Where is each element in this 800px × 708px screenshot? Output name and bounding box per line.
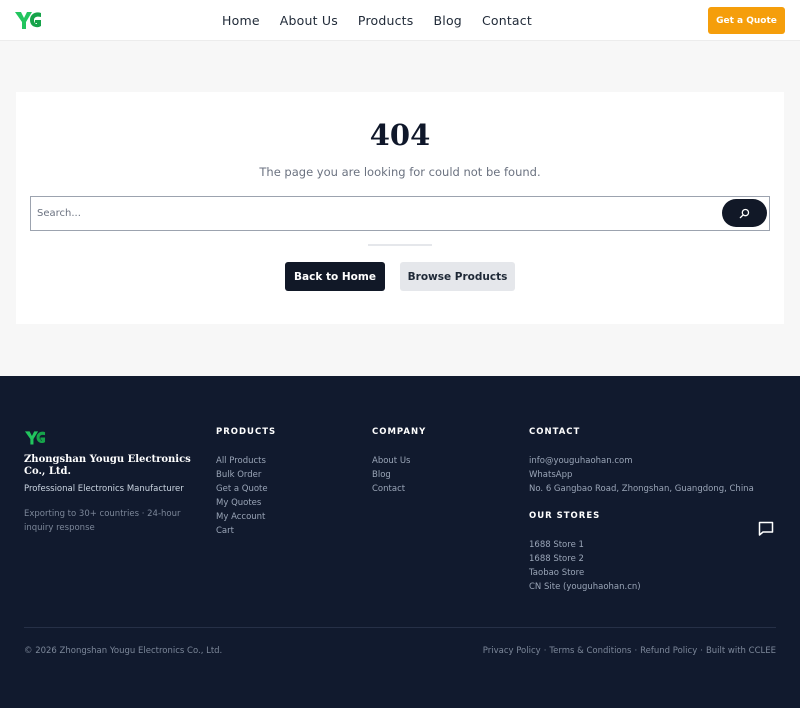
footer-link-about-us[interactable]: About Us [372,454,426,468]
footer-company-name: Zhongshan Yougu Electronics Co., Ltd. [24,454,191,477]
search-icon [739,208,750,218]
footer-divider [24,627,776,628]
site-header: Home About Us Products Blog Contact Get … [0,0,800,41]
back-to-home-button[interactable]: Back to Home [285,262,385,291]
nav-contact[interactable]: Contact [482,13,532,28]
terms-conditions-link[interactable]: Terms & Conditions [549,646,631,656]
browse-products-button[interactable]: Browse Products [400,262,515,291]
footer-link-1688-store-2[interactable]: 1688 Store 2 [529,552,641,566]
refund-policy-link[interactable]: Refund Policy [640,646,697,656]
get-quote-button[interactable]: Get a Quote [708,7,785,34]
footer-link-my-account[interactable]: My Account [216,510,276,524]
footer-contact-heading: CONTACT [529,427,581,437]
footer-link-all-products[interactable]: All Products [216,454,276,468]
footer-link-bulk-order[interactable]: Bulk Order [216,468,276,482]
footer-address: No. 6 Gangbao Road, Zhongshan, Guangdong… [529,484,754,494]
footer-products-heading: PRODUCTS [216,427,277,437]
footer-company-heading: COMPANY [372,427,427,437]
footer-tagline: Professional Electronics Manufacturer [24,484,184,494]
footer-contact-column: CONTACT info@youguhaohan.com WhatsApp No… [529,427,754,496]
built-with-link[interactable]: Built with CCLEE [706,646,776,656]
footer-link-1688-store-1[interactable]: 1688 Store 1 [529,538,641,552]
divider [368,244,432,246]
footer-link-my-quotes[interactable]: My Quotes [216,496,276,510]
error-code: 404 [369,118,431,152]
not-found-card: 404 The page you are looking for could n… [16,92,784,324]
footer-stores-column: OUR STORES 1688 Store 1 1688 Store 2 Tao… [529,511,641,594]
footer-link-email[interactable]: info@youguhaohan.com [529,454,754,468]
footer-company-column: COMPANY About Us Blog Contact [372,427,426,496]
footer-logo-icon[interactable] [24,429,46,446]
footer-legal-links: Privacy Policy · Terms & Conditions · Re… [483,646,776,656]
footer-subtext: Exporting to 30+ countries · 24-hour inq… [24,509,181,533]
legal-separator: · [634,646,638,656]
chat-bubble-icon[interactable] [757,520,775,538]
nav-products[interactable]: Products [358,13,414,28]
privacy-policy-link[interactable]: Privacy Policy [483,646,541,656]
site-footer: Zhongshan Yougu Electronics Co., Ltd. Pr… [0,376,800,708]
footer-link-cart[interactable]: Cart [216,524,276,538]
footer-products-column: PRODUCTS All Products Bulk Order Get a Q… [216,427,276,538]
footer-link-cn-site[interactable]: CN Site (youguhaohan.cn) [529,580,641,594]
nav-about-us[interactable]: About Us [280,13,338,28]
search-input[interactable] [37,197,717,230]
footer-link-whatsapp[interactable]: WhatsApp [529,468,754,482]
footer-link-taobao-store[interactable]: Taobao Store [529,566,641,580]
footer-copyright: © 2026 Zhongshan Yougu Electronics Co., … [24,646,223,656]
main-nav: Home About Us Products Blog Contact [222,0,532,41]
footer-link-blog[interactable]: Blog [372,468,426,482]
nav-blog[interactable]: Blog [434,13,462,28]
legal-separator: · [543,646,547,656]
footer-link-get-quote[interactable]: Get a Quote [216,482,276,496]
footer-stores-heading: OUR STORES [529,511,601,521]
search-box [30,196,770,231]
legal-separator: · [700,646,703,656]
nav-home[interactable]: Home [222,13,260,28]
footer-link-contact[interactable]: Contact [372,482,426,496]
error-message: The page you are looking for could not b… [259,165,541,179]
search-button[interactable] [722,199,767,227]
logo-icon[interactable] [14,9,42,31]
